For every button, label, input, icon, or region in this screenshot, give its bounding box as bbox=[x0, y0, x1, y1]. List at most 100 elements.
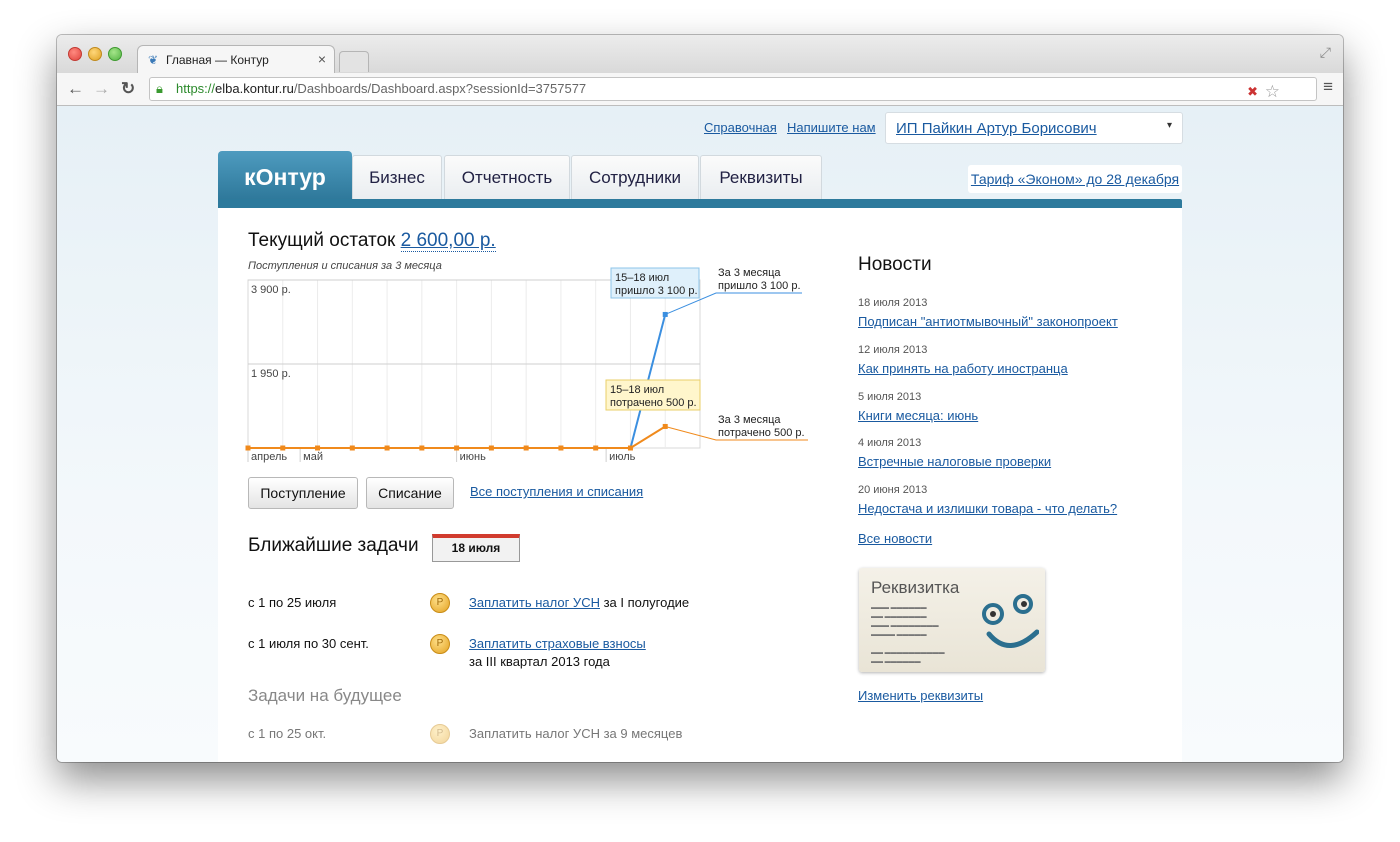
future-task-date: с 1 по 25 окт. bbox=[248, 726, 327, 741]
tab-requisites[interactable]: Реквизиты bbox=[700, 155, 822, 200]
data-point bbox=[315, 445, 321, 451]
income-total-line2: пришло 3 100 р. bbox=[718, 280, 801, 292]
task-text: Заплатить налог УСН за I полугодие bbox=[469, 595, 690, 610]
card-details: ▬▬▬ ▬▬▬▬▬▬ ▬▬ ▬▬▬▬▬▬▬ ▬▬▬ ▬▬▬▬▬▬▬▬ ▬▬▬▬ ▬▬▬… bbox=[871, 605, 945, 665]
task-link[interactable]: Заплатить страховые взносы bbox=[469, 636, 646, 651]
expense-button[interactable]: Списание bbox=[366, 477, 454, 509]
address-bar[interactable]: 🔒︎ https://elba.kontur.ru/Dashboards/Das… bbox=[149, 77, 1317, 101]
contact-link[interactable]: Напишите нам bbox=[787, 120, 876, 135]
task-text: Заплатить страховые взносы bbox=[469, 636, 646, 651]
chevron-down-icon: ▾ bbox=[1166, 120, 1172, 131]
data-point bbox=[419, 445, 425, 451]
new-tab-button[interactable] bbox=[339, 51, 369, 72]
news-date: 12 июля 2013 bbox=[858, 344, 928, 356]
minimize-window-button[interactable] bbox=[88, 47, 102, 61]
all-news-link[interactable]: Все новости bbox=[858, 531, 932, 546]
coin-icon: Р bbox=[430, 593, 450, 613]
news-link[interactable]: Подписан "антиотмывочный" законопроект bbox=[858, 314, 1118, 329]
calendar-icon: 18 июля bbox=[432, 534, 520, 562]
close-window-button[interactable] bbox=[68, 47, 82, 61]
data-point bbox=[384, 445, 390, 451]
fullscreen-icon[interactable]: ⤢ bbox=[1320, 44, 1331, 61]
news-link[interactable]: Встречные налоговые проверки bbox=[858, 454, 1051, 469]
income-period-tooltip-line2: пришло 3 100 р. bbox=[615, 285, 698, 297]
lock-icon: 🔒︎ bbox=[156, 81, 163, 96]
smiley-face-icon bbox=[982, 594, 1039, 648]
reload-icon[interactable]: ↻ bbox=[121, 79, 135, 99]
tab-close-icon[interactable]: × bbox=[318, 51, 326, 67]
tariff-badge: Тариф «Эконом» до 28 декабря bbox=[968, 165, 1182, 193]
x-tick-label: июль bbox=[609, 451, 636, 463]
data-point bbox=[558, 445, 564, 451]
x-tick-label: апрель bbox=[251, 451, 287, 463]
expense-period-tooltip-line1: 15–18 июл bbox=[610, 384, 664, 396]
data-point bbox=[662, 311, 668, 317]
y-tick-label: 1 950 р. bbox=[251, 368, 291, 380]
balance-chart: 3 900 р. 1 950 р. апрель май июнь июль 15–18 … bbox=[245, 267, 808, 463]
y-tick-label: 3 900 р. bbox=[251, 284, 291, 296]
page-viewport: Справочная Напишите нам ИП Пайкин Артур … bbox=[57, 106, 1343, 762]
x-tick-label: май bbox=[303, 451, 323, 463]
main-nav: кОнтур Бизнес Отчетность Сотрудники Рекв… bbox=[218, 151, 1182, 203]
tariff-link[interactable]: Тариф «Эконом» до 28 декабря bbox=[971, 171, 1179, 187]
tab-reporting[interactable]: Отчетность bbox=[444, 155, 570, 200]
data-point bbox=[523, 445, 529, 451]
kontur-logo[interactable]: кОнтур bbox=[218, 151, 352, 203]
chart-grid bbox=[247, 279, 701, 462]
expense-period-tooltip-line2: потрачено 500 р. bbox=[610, 397, 697, 409]
news-link[interactable]: Книги месяца: июнь bbox=[858, 408, 978, 423]
menu-icon[interactable]: ≡ bbox=[1323, 77, 1333, 97]
edit-requisites-link[interactable]: Изменить реквизиты bbox=[858, 688, 983, 703]
browser-toolbar: ← → ↻ 🔒︎ https://elba.kontur.ru/Dashboar… bbox=[57, 73, 1343, 106]
task-date: с 1 июля по 30 сент. bbox=[248, 636, 369, 651]
x-tick-label: июнь bbox=[460, 451, 486, 463]
news-date: 20 июня 2013 bbox=[858, 484, 928, 496]
expense-total-line1: За 3 месяца bbox=[718, 414, 781, 426]
back-arrow-icon[interactable]: ← bbox=[67, 79, 84, 99]
blocked-popup-icon[interactable]: ✖ bbox=[1247, 84, 1258, 100]
news-date: 4 июля 2013 bbox=[858, 437, 922, 449]
card-title: Реквизитка bbox=[871, 578, 960, 597]
tasks-heading: Ближайшие задачи bbox=[248, 535, 419, 556]
star-icon[interactable]: ☆ bbox=[1265, 82, 1280, 102]
user-account-select[interactable]: ИП Пайкин Артур Борисович ▾ bbox=[885, 112, 1183, 144]
news-date: 18 июля 2013 bbox=[858, 297, 928, 309]
coin-icon: Р bbox=[430, 634, 450, 654]
news-link[interactable]: Недостача и излишки товара - что делать? bbox=[858, 501, 1117, 516]
url-text: https://elba.kontur.ru/Dashboards/Dashbo… bbox=[176, 81, 587, 96]
income-total-line1: За 3 месяца bbox=[718, 267, 781, 279]
forward-arrow-icon[interactable]: → bbox=[93, 79, 110, 99]
title-bar: ❦ Главная — Контур × ⤢ bbox=[57, 35, 1343, 74]
favicon-icon: ❦ bbox=[148, 53, 159, 67]
main-content: Текущий остаток 2 600,00 р. Поступления … bbox=[218, 208, 1182, 762]
task-subtext: за III квартал 2013 года bbox=[469, 654, 610, 669]
tab-title: Главная — Контур bbox=[166, 53, 269, 67]
future-task-text: Заплатить налог УСН за 9 месяцев bbox=[469, 726, 683, 741]
tab-business[interactable]: Бизнес bbox=[352, 155, 442, 200]
browser-window: ❦ Главная — Контур × ⤢ ← → ↻ 🔒︎ https://… bbox=[57, 35, 1343, 762]
data-point bbox=[593, 445, 599, 451]
nav-stripe bbox=[218, 199, 1182, 208]
data-point bbox=[280, 445, 286, 451]
news-date: 5 июля 2013 bbox=[858, 391, 922, 403]
task-date: с 1 по 25 июля bbox=[248, 595, 337, 610]
requisites-card[interactable]: Реквизитка ▬▬▬ ▬▬▬▬▬▬ ▬▬ ▬▬▬▬▬▬▬ ▬▬▬ ▬▬▬▬▬… bbox=[859, 568, 1045, 672]
future-tasks-heading: Задачи на будущее bbox=[248, 686, 402, 705]
data-point bbox=[245, 445, 251, 451]
income-button[interactable]: Поступление bbox=[248, 477, 358, 509]
expense-total-line2: потрачено 500 р. bbox=[718, 427, 805, 439]
help-link[interactable]: Справочная bbox=[704, 120, 777, 135]
data-point bbox=[454, 445, 460, 451]
zoom-window-button[interactable] bbox=[108, 47, 122, 61]
news-heading: Новости bbox=[858, 254, 932, 275]
user-name: ИП Пайкин Артур Борисович bbox=[896, 120, 1097, 137]
news-link[interactable]: Как принять на работу иностранца bbox=[858, 361, 1068, 376]
coin-icon: Р bbox=[430, 724, 450, 744]
task-link[interactable]: Заплатить налог УСН bbox=[469, 595, 600, 610]
all-transactions-link[interactable]: Все поступления и списания bbox=[470, 484, 643, 499]
data-point bbox=[627, 445, 633, 451]
data-point bbox=[349, 445, 355, 451]
data-point bbox=[488, 445, 494, 451]
tab-employees[interactable]: Сотрудники bbox=[571, 155, 699, 200]
browser-tab[interactable]: ❦ Главная — Контур × bbox=[137, 45, 335, 74]
